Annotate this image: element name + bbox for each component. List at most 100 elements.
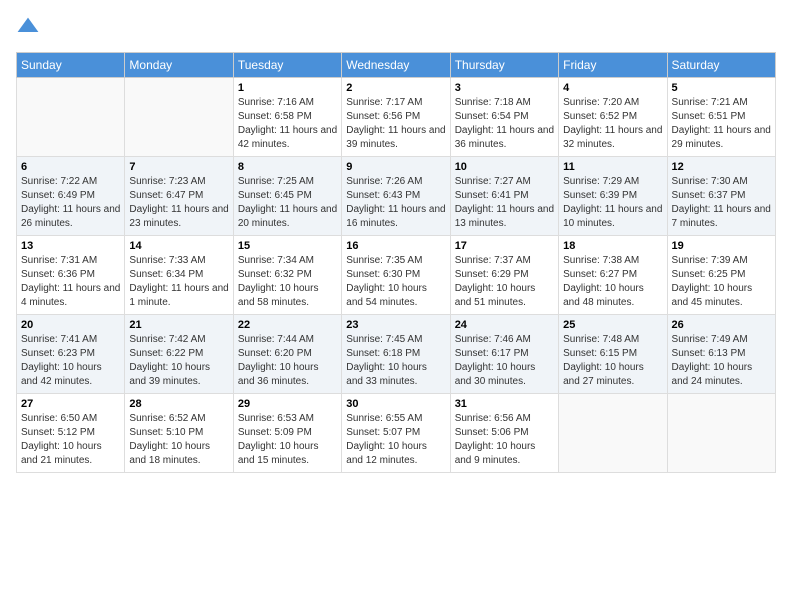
day-number: 5 (672, 82, 771, 94)
calendar-cell: 21 Sunrise: 7:42 AM Sunset: 6:22 PM Dayli… (125, 315, 233, 394)
day-info: Sunrise: 7:23 AM Sunset: 6:47 PM Dayligh… (129, 175, 228, 231)
calendar-cell: 2 Sunrise: 7:17 AM Sunset: 6:56 PM Daylig… (342, 78, 450, 157)
calendar-cell (559, 394, 667, 473)
day-info: Sunrise: 7:46 AM Sunset: 6:17 PM Dayligh… (455, 333, 554, 389)
day-number: 1 (238, 82, 337, 94)
calendar-cell: 11 Sunrise: 7:29 AM Sunset: 6:39 PM Dayli… (559, 157, 667, 236)
day-of-week-header: Saturday (667, 53, 775, 78)
calendar-cell: 1Sunrise: 7:16 AM Sunset: 6:58 PM Daylig… (233, 78, 341, 157)
day-number: 2 (346, 82, 445, 94)
calendar-cell: 3 Sunrise: 7:18 AM Sunset: 6:54 PM Daylig… (450, 78, 558, 157)
day-number: 17 (455, 240, 554, 252)
day-info: Sunrise: 7:35 AM Sunset: 6:30 PM Dayligh… (346, 254, 445, 310)
day-number: 12 (672, 161, 771, 173)
day-info: Sunrise: 7:42 AM Sunset: 6:22 PM Dayligh… (129, 333, 228, 389)
day-number: 28 (129, 398, 228, 410)
calendar-cell: 12 Sunrise: 7:30 AM Sunset: 6:37 PM Dayli… (667, 157, 775, 236)
day-info: Sunrise: 7:39 AM Sunset: 6:25 PM Dayligh… (672, 254, 771, 310)
calendar-cell: 4Sunrise: 7:20 AM Sunset: 6:52 PM Daylig… (559, 78, 667, 157)
day-of-week-header: Friday (559, 53, 667, 78)
day-number: 18 (563, 240, 662, 252)
day-info: Sunrise: 7:22 AM Sunset: 6:49 PM Dayligh… (21, 175, 120, 231)
day-info: Sunrise: 7:30 AM Sunset: 6:37 PM Dayligh… (672, 175, 771, 231)
day-info: Sunrise: 7:21 AM Sunset: 6:51 PM Dayligh… (672, 96, 771, 152)
day-info: Sunrise: 7:49 AM Sunset: 6:13 PM Dayligh… (672, 333, 771, 389)
day-number: 19 (672, 240, 771, 252)
day-number: 21 (129, 319, 228, 331)
logo (16, 16, 44, 40)
day-info: Sunrise: 6:52 AM Sunset: 5:10 PM Dayligh… (129, 412, 228, 468)
day-info: Sunrise: 7:33 AM Sunset: 6:34 PM Dayligh… (129, 254, 228, 310)
day-of-week-header: Sunday (17, 53, 125, 78)
calendar-cell: 8 Sunrise: 7:25 AM Sunset: 6:45 PM Daylig… (233, 157, 341, 236)
day-number: 8 (238, 161, 337, 173)
day-info: Sunrise: 7:31 AM Sunset: 6:36 PM Dayligh… (21, 254, 120, 310)
calendar-cell: 20 Sunrise: 7:41 AM Sunset: 6:23 PM Dayli… (17, 315, 125, 394)
day-number: 11 (563, 161, 662, 173)
day-number: 6 (21, 161, 120, 173)
day-info: Sunrise: 7:27 AM Sunset: 6:41 PM Dayligh… (455, 175, 554, 231)
calendar-cell: 29 Sunrise: 6:53 AM Sunset: 5:09 PM Dayli… (233, 394, 341, 473)
day-number: 29 (238, 398, 337, 410)
calendar-cell: 27 Sunrise: 6:50 AM Sunset: 5:12 PM Dayli… (17, 394, 125, 473)
calendar-cell: 17 Sunrise: 7:37 AM Sunset: 6:29 PM Dayli… (450, 236, 558, 315)
calendar-cell: 22 Sunrise: 7:44 AM Sunset: 6:20 PM Dayli… (233, 315, 341, 394)
day-number: 22 (238, 319, 337, 331)
day-number: 16 (346, 240, 445, 252)
calendar-cell: 10 Sunrise: 7:27 AM Sunset: 6:41 PM Dayli… (450, 157, 558, 236)
day-of-week-header: Tuesday (233, 53, 341, 78)
calendar-cell: 7 Sunrise: 7:23 AM Sunset: 6:47 PM Daylig… (125, 157, 233, 236)
day-info: Sunrise: 6:55 AM Sunset: 5:07 PM Dayligh… (346, 412, 445, 468)
day-of-week-header: Wednesday (342, 53, 450, 78)
day-info: Sunrise: 6:53 AM Sunset: 5:09 PM Dayligh… (238, 412, 337, 468)
day-info: Sunrise: 7:34 AM Sunset: 6:32 PM Dayligh… (238, 254, 337, 310)
calendar-table: SundayMondayTuesdayWednesdayThursdayFrid… (16, 52, 776, 473)
calendar-cell: 6 Sunrise: 7:22 AM Sunset: 6:49 PM Daylig… (17, 157, 125, 236)
logo-icon (16, 16, 40, 40)
day-number: 10 (455, 161, 554, 173)
calendar-cell: 23Sunrise: 7:45 AM Sunset: 6:18 PM Dayli… (342, 315, 450, 394)
calendar-cell: 28 Sunrise: 6:52 AM Sunset: 5:10 PM Dayli… (125, 394, 233, 473)
day-info: Sunrise: 7:41 AM Sunset: 6:23 PM Dayligh… (21, 333, 120, 389)
calendar-cell: 25 Sunrise: 7:48 AM Sunset: 6:15 PM Dayli… (559, 315, 667, 394)
day-number: 3 (455, 82, 554, 94)
day-info: Sunrise: 7:25 AM Sunset: 6:45 PM Dayligh… (238, 175, 337, 231)
calendar-cell: 14 Sunrise: 7:33 AM Sunset: 6:34 PM Dayli… (125, 236, 233, 315)
day-info: Sunrise: 7:37 AM Sunset: 6:29 PM Dayligh… (455, 254, 554, 310)
calendar-cell (17, 78, 125, 157)
calendar-cell: 15 Sunrise: 7:34 AM Sunset: 6:32 PM Dayli… (233, 236, 341, 315)
calendar-cell: 19 Sunrise: 7:39 AM Sunset: 6:25 PM Dayli… (667, 236, 775, 315)
calendar-cell: 31 Sunrise: 6:56 AM Sunset: 5:06 PM Dayli… (450, 394, 558, 473)
day-info: Sunrise: 7:48 AM Sunset: 6:15 PM Dayligh… (563, 333, 662, 389)
day-number: 31 (455, 398, 554, 410)
calendar-cell: 18 Sunrise: 7:38 AM Sunset: 6:27 PM Dayli… (559, 236, 667, 315)
calendar-cell: 26Sunrise: 7:49 AM Sunset: 6:13 PM Dayli… (667, 315, 775, 394)
day-of-week-header: Thursday (450, 53, 558, 78)
day-info: Sunrise: 6:50 AM Sunset: 5:12 PM Dayligh… (21, 412, 120, 468)
day-number: 13 (21, 240, 120, 252)
day-number: 9 (346, 161, 445, 173)
calendar-cell: 13 Sunrise: 7:31 AM Sunset: 6:36 PM Dayli… (17, 236, 125, 315)
calendar-cell: 24 Sunrise: 7:46 AM Sunset: 6:17 PM Dayli… (450, 315, 558, 394)
calendar-cell: 9Sunrise: 7:26 AM Sunset: 6:43 PM Daylig… (342, 157, 450, 236)
day-number: 25 (563, 319, 662, 331)
day-info: Sunrise: 7:18 AM Sunset: 6:54 PM Dayligh… (455, 96, 554, 152)
calendar-cell: 16 Sunrise: 7:35 AM Sunset: 6:30 PM Dayli… (342, 236, 450, 315)
day-of-week-header: Monday (125, 53, 233, 78)
day-number: 27 (21, 398, 120, 410)
day-number: 30 (346, 398, 445, 410)
day-number: 14 (129, 240, 228, 252)
day-info: Sunrise: 7:29 AM Sunset: 6:39 PM Dayligh… (563, 175, 662, 231)
day-info: Sunrise: 7:44 AM Sunset: 6:20 PM Dayligh… (238, 333, 337, 389)
day-info: Sunrise: 7:17 AM Sunset: 6:56 PM Dayligh… (346, 96, 445, 152)
page-header (16, 16, 776, 40)
day-number: 23 (346, 319, 445, 331)
day-info: Sunrise: 7:38 AM Sunset: 6:27 PM Dayligh… (563, 254, 662, 310)
day-number: 4 (563, 82, 662, 94)
day-number: 15 (238, 240, 337, 252)
day-number: 7 (129, 161, 228, 173)
day-number: 24 (455, 319, 554, 331)
day-info: Sunrise: 6:56 AM Sunset: 5:06 PM Dayligh… (455, 412, 554, 468)
calendar-cell: 30 Sunrise: 6:55 AM Sunset: 5:07 PM Dayli… (342, 394, 450, 473)
day-number: 20 (21, 319, 120, 331)
